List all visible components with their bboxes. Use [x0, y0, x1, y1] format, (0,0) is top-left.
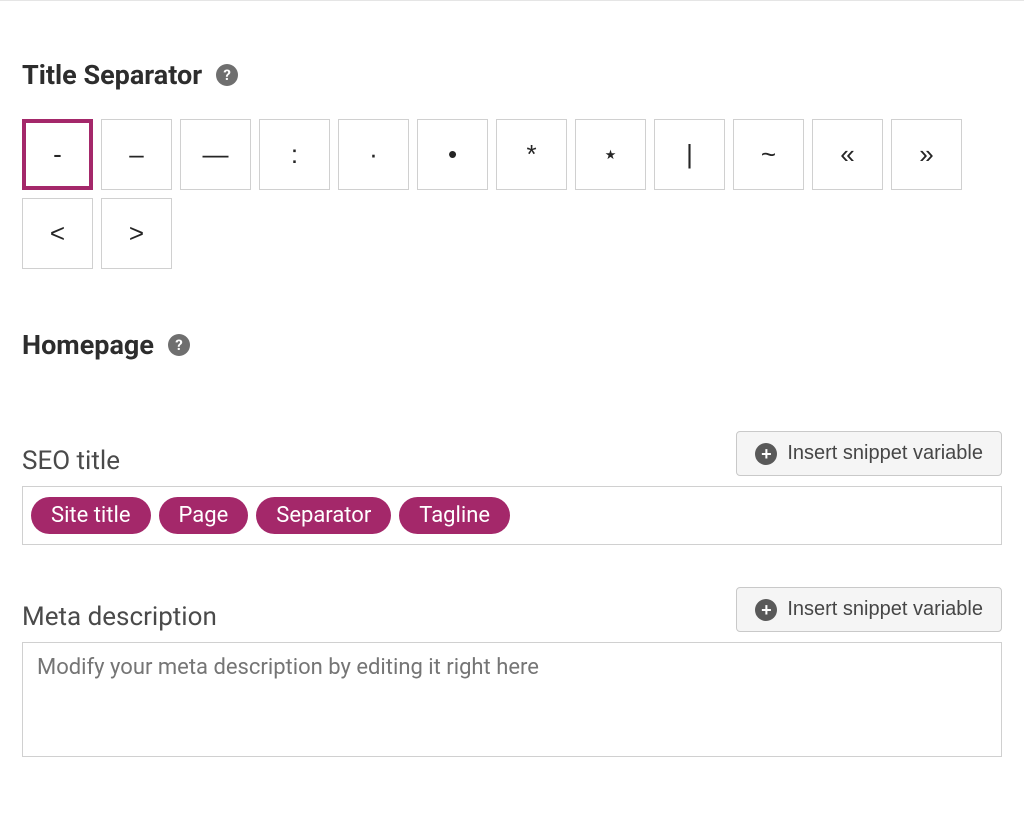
separator-option[interactable]: * — [496, 119, 567, 190]
meta-description-field: Meta description + Insert snippet variab… — [22, 587, 1002, 761]
homepage-heading: Homepage — [22, 329, 154, 361]
separator-option[interactable]: · — [338, 119, 409, 190]
separator-option[interactable]: | — [654, 119, 725, 190]
snippet-variable-pill[interactable]: Site title — [31, 497, 151, 534]
title-separator-heading: Title Separator — [22, 59, 202, 91]
seo-title-label: SEO title — [22, 446, 120, 476]
snippet-variable-pill[interactable]: Page — [159, 497, 249, 534]
plus-circle-icon: + — [755, 599, 777, 621]
insert-snippet-variable-button[interactable]: + Insert snippet variable — [736, 587, 1002, 632]
snippet-variable-pill[interactable]: Tagline — [399, 497, 510, 534]
snippet-variable-pill[interactable]: Separator — [256, 497, 391, 534]
insert-button-label: Insert snippet variable — [787, 598, 983, 621]
separator-option[interactable]: • — [417, 119, 488, 190]
title-separator-heading-row: Title Separator ? — [22, 59, 1002, 91]
seo-title-field: SEO title + Insert snippet variable Site… — [22, 431, 1002, 545]
separator-option[interactable]: < — [22, 198, 93, 269]
separator-option[interactable]: « — [812, 119, 883, 190]
meta-description-input[interactable] — [22, 642, 1002, 757]
insert-snippet-variable-button[interactable]: + Insert snippet variable — [736, 431, 1002, 476]
separator-option[interactable]: — — [180, 119, 251, 190]
separator-option[interactable]: - — [22, 119, 93, 190]
separator-option[interactable]: » — [891, 119, 962, 190]
separator-option[interactable]: : — [259, 119, 330, 190]
separator-grid: -–—:·•*⋆|~«» <> — [22, 119, 1002, 269]
meta-description-label: Meta description — [22, 602, 217, 632]
insert-button-label: Insert snippet variable — [787, 442, 983, 465]
help-icon[interactable]: ? — [216, 64, 238, 86]
plus-circle-icon: + — [755, 443, 777, 465]
homepage-heading-row: Homepage ? — [22, 329, 1002, 361]
separator-option[interactable]: > — [101, 198, 172, 269]
separator-option[interactable]: ~ — [733, 119, 804, 190]
separator-option[interactable]: – — [101, 119, 172, 190]
separator-option[interactable]: ⋆ — [575, 119, 646, 190]
seo-title-input[interactable]: Site titlePageSeparatorTagline — [22, 486, 1002, 545]
help-icon[interactable]: ? — [168, 334, 190, 356]
